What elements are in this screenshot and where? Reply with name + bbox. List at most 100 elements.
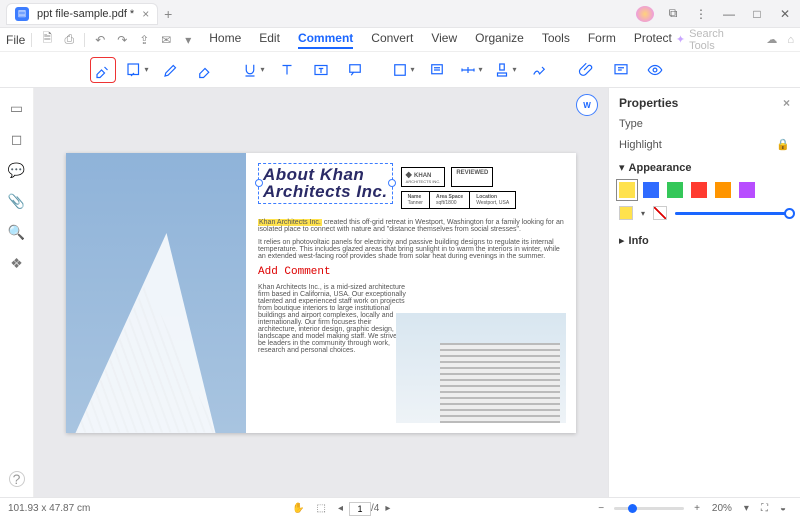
zoom-value[interactable]: 20% [712, 503, 732, 514]
kebab-icon[interactable]: ⋮ [692, 7, 710, 21]
tab-comment[interactable]: Comment [298, 31, 353, 49]
close-window-button[interactable]: ✕ [776, 7, 794, 21]
maximize-button[interactable]: □ [748, 7, 766, 21]
minimize-button[interactable]: — [720, 7, 738, 21]
color-caret-icon[interactable]: ▾ [641, 209, 645, 218]
tab-tools[interactable]: Tools [542, 31, 570, 49]
swatch-blue[interactable] [643, 182, 659, 198]
zoom-slider[interactable] [614, 507, 684, 510]
expand-icon[interactable]: ⧉ [664, 6, 682, 21]
note-tool[interactable] [424, 57, 450, 83]
help-icon[interactable]: ? [9, 471, 25, 487]
callout-tool[interactable] [342, 57, 368, 83]
search-icon[interactable]: 🔍 [8, 224, 25, 241]
khan-stamp: ◆ KHANARCHITECTS INC. [401, 167, 446, 187]
search-tools[interactable]: Search Tools [689, 28, 752, 52]
close-tab-icon[interactable]: × [142, 7, 149, 21]
layers-icon[interactable]: ❖ [10, 255, 23, 272]
attachment-tool[interactable] [574, 57, 600, 83]
tab-organize[interactable]: Organize [475, 31, 524, 49]
pencil-tool[interactable] [158, 57, 184, 83]
read-mode-icon[interactable]: ◒ [780, 503, 786, 514]
measure-tool[interactable]: ▾ [458, 57, 484, 83]
page-total: /4 [371, 503, 379, 514]
mail-icon[interactable]: ✉ [157, 33, 175, 47]
caret-down-icon[interactable]: ▾ [619, 161, 625, 174]
redo-icon[interactable]: ↷ [113, 33, 131, 47]
comments-icon[interactable]: 💬 [8, 162, 25, 179]
lock-icon[interactable]: 🔒 [776, 138, 790, 151]
properties-panel: Properties× Type Highlight🔒 ▾Appearance … [608, 88, 800, 497]
secondary-image [396, 313, 566, 423]
no-fill-icon[interactable] [653, 206, 667, 220]
swatch-purple[interactable] [739, 182, 755, 198]
underline-tool[interactable]: ▾ [240, 57, 266, 83]
appearance-label: Appearance [629, 162, 692, 174]
para2: It relies on photovoltaic panels for ele… [258, 239, 564, 260]
file-menu[interactable]: File [6, 33, 25, 47]
reviewed-stamp: REVIEWED [451, 167, 493, 187]
zoom-out-icon[interactable]: − [598, 503, 604, 514]
sparkle-icon[interactable]: ✦ [676, 33, 685, 46]
tab-home[interactable]: Home [209, 31, 241, 49]
fill-picker[interactable] [619, 206, 633, 220]
type-value: Highlight [619, 139, 662, 151]
prev-page-icon[interactable]: ◂ [338, 503, 343, 514]
tab-convert[interactable]: Convert [371, 31, 413, 49]
document-canvas[interactable]: W About KhanArchitects Inc. ◆ KHANARCHIT… [34, 88, 608, 497]
textbox-tool[interactable] [308, 57, 334, 83]
word-badge-icon[interactable]: W [576, 94, 598, 116]
swatch-red[interactable] [691, 182, 707, 198]
highlighter-tool[interactable] [90, 57, 116, 83]
select-tool-icon[interactable]: ⬚ [317, 503, 326, 514]
new-tab-button[interactable]: + [158, 6, 178, 22]
titlebar: ▤ ppt file-sample.pdf * × + ⧉ ⋮ — □ ✕ [0, 0, 800, 28]
fit-page-icon[interactable]: ⛶ [761, 503, 768, 514]
signature-tool[interactable] [526, 57, 552, 83]
tab-form[interactable]: Form [588, 31, 616, 49]
zoom-in-icon[interactable]: + [694, 503, 700, 514]
print-icon[interactable]: ⎙ [60, 32, 78, 47]
eraser-tool[interactable] [192, 57, 218, 83]
pdf-page: About KhanArchitects Inc. ◆ KHANARCHITEC… [66, 153, 576, 433]
area-highlight-tool[interactable]: ▾ [124, 57, 150, 83]
hero-image [66, 153, 246, 433]
undo-icon[interactable]: ↶ [91, 33, 109, 47]
hide-comments-tool[interactable] [642, 57, 668, 83]
assistant-orb-icon[interactable] [636, 6, 654, 22]
save-icon[interactable]: 🗎 [38, 29, 56, 50]
attachments-icon[interactable]: 📎 [8, 193, 25, 210]
shape-tool[interactable]: ▾ [390, 57, 416, 83]
tab-edit[interactable]: Edit [259, 31, 280, 49]
export-icon[interactable]: ⇪ [135, 33, 153, 47]
next-page-icon[interactable]: ▸ [385, 503, 390, 514]
hand-tool-icon[interactable]: ✋ [292, 503, 304, 514]
comment-toolbar: ▾ ▾ ▾ ▾ ▾ [0, 52, 800, 88]
para3: Khan Architects Inc., is a mid-sized arc… [258, 284, 408, 354]
highlighted-text[interactable]: Khan Architects Inc. [258, 219, 322, 226]
comments-panel-tool[interactable] [608, 57, 634, 83]
home-icon[interactable]: ⌂ [787, 34, 794, 46]
statusbar: 101.93 x 47.87 cm ✋ ⬚ ◂ /4 ▸ − + 20% ▾ ⛶… [0, 497, 800, 519]
swatch-orange[interactable] [715, 182, 731, 198]
cloud-icon[interactable]: ☁ [766, 33, 777, 46]
bookmarks-icon[interactable]: ◻ [11, 131, 23, 148]
dropdown-icon[interactable]: ▾ [179, 33, 197, 47]
text-tool[interactable] [274, 57, 300, 83]
close-panel-icon[interactable]: × [783, 96, 790, 110]
left-sidebar: ▭ ◻ 💬 📎 🔍 ❖ ? [0, 88, 34, 497]
tab-protect[interactable]: Protect [634, 31, 672, 49]
stamp-tool[interactable]: ▾ [492, 57, 518, 83]
selected-heading[interactable]: About KhanArchitects Inc. [258, 163, 393, 205]
add-comment-annotation[interactable]: Add Comment [258, 266, 564, 278]
swatch-green[interactable] [667, 182, 683, 198]
document-tab[interactable]: ▤ ppt file-sample.pdf * × [6, 3, 158, 25]
tab-view[interactable]: View [431, 31, 457, 49]
thumbnails-icon[interactable]: ▭ [10, 100, 23, 117]
heading-line1: About Khan [263, 165, 364, 184]
zoom-caret-icon[interactable]: ▾ [744, 503, 749, 514]
caret-right-icon[interactable]: ▸ [619, 234, 625, 247]
opacity-slider[interactable] [675, 212, 790, 215]
swatch-yellow[interactable] [619, 182, 635, 198]
page-input[interactable] [349, 502, 371, 516]
